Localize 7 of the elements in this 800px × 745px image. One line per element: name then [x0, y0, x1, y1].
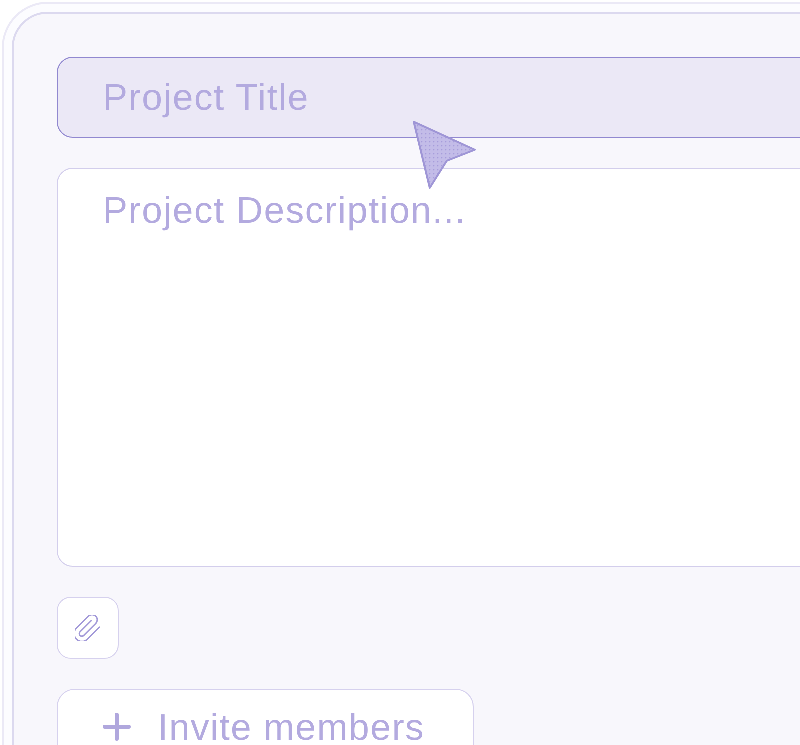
pointer-cursor-icon: [410, 119, 479, 191]
title-input-field[interactable]: Project Title: [57, 57, 800, 138]
paperclip-icon: [75, 615, 101, 641]
invite-members-button[interactable]: Invite members: [57, 689, 474, 745]
plus-icon: [103, 713, 131, 741]
attach-button[interactable]: [57, 597, 119, 659]
description-text-field[interactable]: Project Description...: [57, 168, 800, 567]
